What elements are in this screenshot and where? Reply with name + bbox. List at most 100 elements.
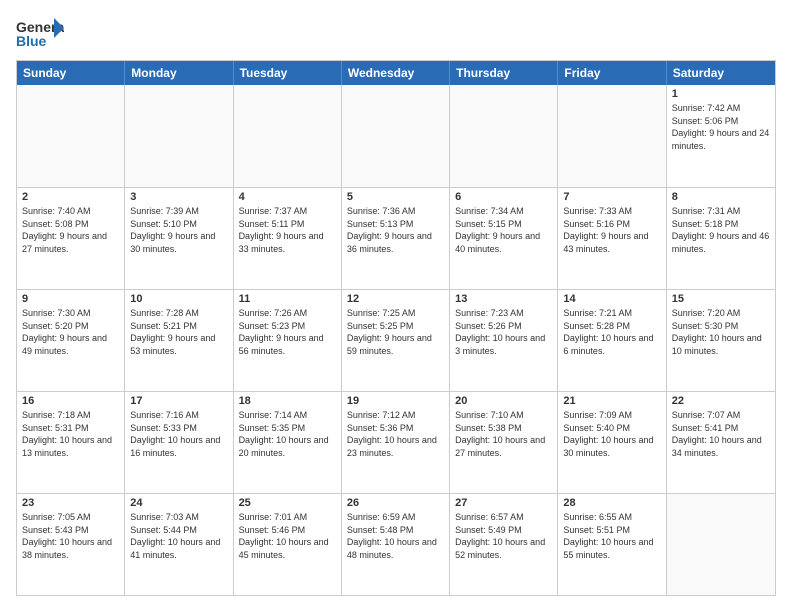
calendar-cell: 19 Sunrise: 7:12 AM Sunset: 5:36 PM Dayli… [342,392,450,493]
calendar-row-3: 9 Sunrise: 7:30 AM Sunset: 5:20 PM Daylig… [17,289,775,391]
day-info: Sunrise: 7:20 AM Sunset: 5:30 PM Dayligh… [672,307,770,357]
day-number: 27 [455,497,552,509]
day-number: 23 [22,497,119,509]
day-info: Sunrise: 7:03 AM Sunset: 5:44 PM Dayligh… [130,511,227,561]
calendar-cell: 23 Sunrise: 7:05 AM Sunset: 5:43 PM Dayli… [17,494,125,595]
calendar-row-1: 1 Sunrise: 7:42 AM Sunset: 5:06 PM Daylig… [17,85,775,187]
day-info: Sunrise: 7:23 AM Sunset: 5:26 PM Dayligh… [455,307,552,357]
calendar-cell: 10Sunrise: 7:28 AM Sunset: 5:21 PM Dayli… [125,290,233,391]
day-info: Sunrise: 7:30 AM Sunset: 5:20 PM Dayligh… [22,307,119,357]
calendar-cell: 13 Sunrise: 7:23 AM Sunset: 5:26 PM Dayli… [450,290,558,391]
day-info: Sunrise: 7:14 AM Sunset: 5:35 PM Dayligh… [239,409,336,459]
calendar-cell: 18 Sunrise: 7:14 AM Sunset: 5:35 PM Dayli… [234,392,342,493]
calendar-cell: 1 Sunrise: 7:42 AM Sunset: 5:06 PM Daylig… [667,85,775,187]
calendar-cell: 12 Sunrise: 7:25 AM Sunset: 5:25 PM Dayli… [342,290,450,391]
day-number: 26 [347,497,444,509]
calendar-cell: 6Sunrise: 7:34 AM Sunset: 5:15 PM Daylig… [450,188,558,289]
day-info: Sunrise: 7:10 AM Sunset: 5:38 PM Dayligh… [455,409,552,459]
calendar-cell: 27 Sunrise: 6:57 AM Sunset: 5:49 PM Dayli… [450,494,558,595]
day-info: Sunrise: 7:25 AM Sunset: 5:25 PM Dayligh… [347,307,444,357]
day-number: 8 [672,191,770,203]
day-number: 3 [130,191,227,203]
day-number: 5 [347,191,444,203]
calendar-cell: 21 Sunrise: 7:09 AM Sunset: 5:40 PM Dayli… [558,392,666,493]
calendar-cell: 22 Sunrise: 7:07 AM Sunset: 5:41 PM Dayli… [667,392,775,493]
day-info: Sunrise: 7:07 AM Sunset: 5:41 PM Dayligh… [672,409,770,459]
day-info: Sunrise: 6:59 AM Sunset: 5:48 PM Dayligh… [347,511,444,561]
calendar-row-5: 23 Sunrise: 7:05 AM Sunset: 5:43 PM Dayli… [17,493,775,595]
calendar-cell: 8 Sunrise: 7:31 AM Sunset: 5:18 PM Daylig… [667,188,775,289]
calendar-cell [125,85,233,187]
weekday-header-saturday: Saturday [667,61,775,85]
day-info: Sunrise: 7:05 AM Sunset: 5:43 PM Dayligh… [22,511,119,561]
day-number: 17 [130,395,227,407]
day-info: Sunrise: 7:36 AM Sunset: 5:13 PM Dayligh… [347,205,444,255]
day-info: Sunrise: 7:42 AM Sunset: 5:06 PM Dayligh… [672,102,770,152]
day-number: 14 [563,293,660,305]
calendar-cell: 17 Sunrise: 7:16 AM Sunset: 5:33 PM Dayli… [125,392,233,493]
day-info: Sunrise: 7:26 AM Sunset: 5:23 PM Dayligh… [239,307,336,357]
day-number: 10 [130,293,227,305]
calendar-cell: 24 Sunrise: 7:03 AM Sunset: 5:44 PM Dayli… [125,494,233,595]
day-number: 25 [239,497,336,509]
day-number: 18 [239,395,336,407]
calendar-cell: 14Sunrise: 7:21 AM Sunset: 5:28 PM Dayli… [558,290,666,391]
weekday-header-sunday: Sunday [17,61,125,85]
day-info: Sunrise: 7:18 AM Sunset: 5:31 PM Dayligh… [22,409,119,459]
day-info: Sunrise: 7:09 AM Sunset: 5:40 PM Dayligh… [563,409,660,459]
day-info: Sunrise: 7:40 AM Sunset: 5:08 PM Dayligh… [22,205,119,255]
day-info: Sunrise: 7:01 AM Sunset: 5:46 PM Dayligh… [239,511,336,561]
svg-text:Blue: Blue [16,33,47,49]
calendar-cell: 3 Sunrise: 7:39 AM Sunset: 5:10 PM Daylig… [125,188,233,289]
day-number: 2 [22,191,119,203]
day-number: 20 [455,395,552,407]
weekday-header-thursday: Thursday [450,61,558,85]
day-info: Sunrise: 7:16 AM Sunset: 5:33 PM Dayligh… [130,409,227,459]
day-info: Sunrise: 7:12 AM Sunset: 5:36 PM Dayligh… [347,409,444,459]
day-info: Sunrise: 6:55 AM Sunset: 5:51 PM Dayligh… [563,511,660,561]
logo-svg: GeneralBlue [16,16,64,52]
calendar-cell: 4 Sunrise: 7:37 AM Sunset: 5:11 PM Daylig… [234,188,342,289]
day-number: 11 [239,293,336,305]
page-header: GeneralBlue [16,16,776,52]
day-info: Sunrise: 6:57 AM Sunset: 5:49 PM Dayligh… [455,511,552,561]
day-number: 22 [672,395,770,407]
day-info: Sunrise: 7:39 AM Sunset: 5:10 PM Dayligh… [130,205,227,255]
logo: GeneralBlue [16,16,64,52]
day-number: 13 [455,293,552,305]
calendar-cell: 26 Sunrise: 6:59 AM Sunset: 5:48 PM Dayli… [342,494,450,595]
calendar-cell [234,85,342,187]
day-number: 21 [563,395,660,407]
day-info: Sunrise: 7:33 AM Sunset: 5:16 PM Dayligh… [563,205,660,255]
calendar-cell: 2 Sunrise: 7:40 AM Sunset: 5:08 PM Daylig… [17,188,125,289]
calendar-cell: 11 Sunrise: 7:26 AM Sunset: 5:23 PM Dayli… [234,290,342,391]
calendar-cell [667,494,775,595]
calendar-cell: 7Sunrise: 7:33 AM Sunset: 5:16 PM Daylig… [558,188,666,289]
day-number: 12 [347,293,444,305]
calendar-row-2: 2 Sunrise: 7:40 AM Sunset: 5:08 PM Daylig… [17,187,775,289]
weekday-header-monday: Monday [125,61,233,85]
day-number: 19 [347,395,444,407]
calendar-cell: 28 Sunrise: 6:55 AM Sunset: 5:51 PM Dayli… [558,494,666,595]
calendar-body: 1 Sunrise: 7:42 AM Sunset: 5:06 PM Daylig… [17,85,775,595]
day-info: Sunrise: 7:31 AM Sunset: 5:18 PM Dayligh… [672,205,770,255]
calendar-row-4: 16 Sunrise: 7:18 AM Sunset: 5:31 PM Dayli… [17,391,775,493]
day-info: Sunrise: 7:34 AM Sunset: 5:15 PM Dayligh… [455,205,552,255]
calendar-cell: 15Sunrise: 7:20 AM Sunset: 5:30 PM Dayli… [667,290,775,391]
day-number: 24 [130,497,227,509]
day-number: 4 [239,191,336,203]
calendar-cell [558,85,666,187]
calendar-header: SundayMondayTuesdayWednesdayThursdayFrid… [17,61,775,85]
calendar-cell: 16 Sunrise: 7:18 AM Sunset: 5:31 PM Dayli… [17,392,125,493]
calendar-cell [342,85,450,187]
calendar-cell [450,85,558,187]
day-number: 28 [563,497,660,509]
weekday-header-friday: Friday [558,61,666,85]
day-number: 16 [22,395,119,407]
day-info: Sunrise: 7:37 AM Sunset: 5:11 PM Dayligh… [239,205,336,255]
day-number: 9 [22,293,119,305]
weekday-header-tuesday: Tuesday [234,61,342,85]
weekday-header-wednesday: Wednesday [342,61,450,85]
day-number: 1 [672,88,770,100]
calendar-cell [17,85,125,187]
